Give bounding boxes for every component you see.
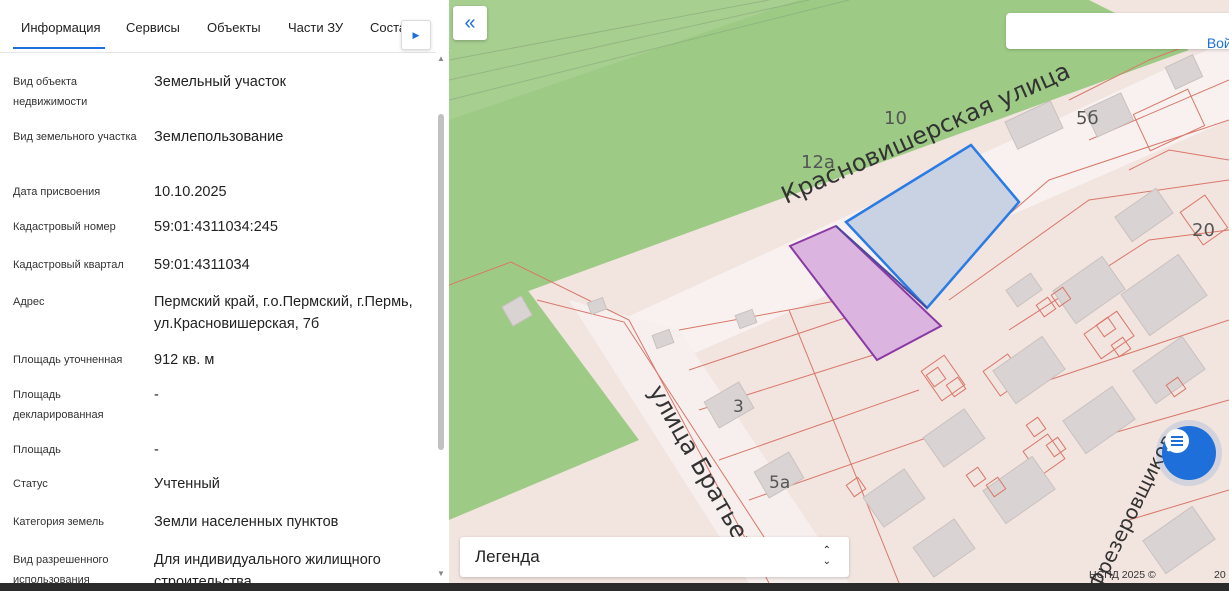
- chevron-up-down-icon: ⌃ ⌄: [822, 545, 831, 567]
- property-label: Вид объекта недвижимости: [13, 76, 88, 108]
- property-value: Учтенный: [154, 476, 220, 492]
- property-label: Адрес: [13, 296, 45, 308]
- tab-services[interactable]: Сервисы: [126, 20, 180, 35]
- chevron-right-icon: ▶: [412, 29, 420, 40]
- active-tab-indicator: [13, 47, 105, 49]
- login-link[interactable]: Войти: [1207, 35, 1229, 51]
- property-label: Площадь: [13, 444, 61, 456]
- chat-icon: [1165, 429, 1189, 453]
- search-box[interactable]: Войти: [1006, 13, 1229, 51]
- copyright-label: НСПД 2025 ©: [1089, 569, 1156, 581]
- house-number-12a: 12а: [801, 152, 835, 173]
- info-panel: Информация Сервисы Объекты Части ЗУ Сост…: [0, 0, 449, 583]
- scroll-down-icon[interactable]: ▼: [437, 569, 445, 578]
- property-label: Дата присвоения: [13, 186, 101, 198]
- house-number-5b: 5б: [1076, 108, 1099, 129]
- house-number-20: 20: [1192, 220, 1215, 241]
- house-number-3: 3: [733, 397, 744, 417]
- scroll-up-icon[interactable]: ▲: [437, 54, 445, 63]
- map-canvas[interactable]: [449, 0, 1229, 583]
- property-value: -: [154, 442, 159, 458]
- property-value: 10.10.2025: [154, 184, 227, 200]
- property-label: Статус: [13, 478, 48, 490]
- property-label: Вид разрешенного использования: [13, 554, 109, 583]
- scrollbar-thumb[interactable]: [438, 114, 444, 450]
- tab-parts[interactable]: Части ЗУ: [288, 20, 343, 35]
- taskbar-strip: [0, 583, 1229, 591]
- property-label: Вид земельного участка: [13, 131, 137, 143]
- property-value: -: [154, 387, 159, 403]
- property-value: 59:01:4311034:245: [154, 219, 278, 235]
- legend-dropdown[interactable]: Легенда ⌃ ⌄: [460, 537, 849, 577]
- property-label: Площадь декларированная: [13, 389, 104, 421]
- house-number-10: 10: [884, 108, 907, 129]
- double-chevron-left-icon: «: [464, 11, 476, 34]
- chat-button[interactable]: [1162, 426, 1216, 480]
- panel-scrollbar[interactable]: ▲ ▼: [436, 52, 448, 583]
- property-value: Пермский край, г.о.Пермский, г.Пермь, ул…: [154, 294, 413, 332]
- tab-info[interactable]: Информация: [21, 20, 101, 35]
- property-value: 912 кв. м: [154, 352, 215, 368]
- property-value: Землепользование: [154, 129, 284, 145]
- property-value: 59:01:4311034: [154, 257, 250, 273]
- tab-objects[interactable]: Объекты: [207, 20, 261, 35]
- tab-bar: Информация Сервисы Объекты Части ЗУ Сост…: [0, 0, 449, 53]
- house-number-5a: 5а: [769, 473, 791, 493]
- collapse-panel-button[interactable]: «: [453, 6, 487, 40]
- legend-label: Легенда: [475, 547, 540, 566]
- property-label: Кадастровый квартал: [13, 259, 124, 271]
- property-label: Категория земель: [13, 516, 104, 528]
- property-value: Земельный участок: [154, 74, 286, 90]
- property-label: Площадь уточненная: [13, 354, 123, 366]
- tab-scroll-right-button[interactable]: ▶: [401, 20, 431, 50]
- map-view[interactable]: Красновишерская улица улица Братьев Фрез…: [449, 0, 1229, 583]
- property-label: Кадастровый номер: [13, 221, 116, 233]
- scale-label: 20: [1214, 569, 1226, 581]
- property-value: Земли населенных пунктов: [154, 514, 339, 530]
- property-value: Для индивидуального жилищного строительс…: [154, 552, 381, 583]
